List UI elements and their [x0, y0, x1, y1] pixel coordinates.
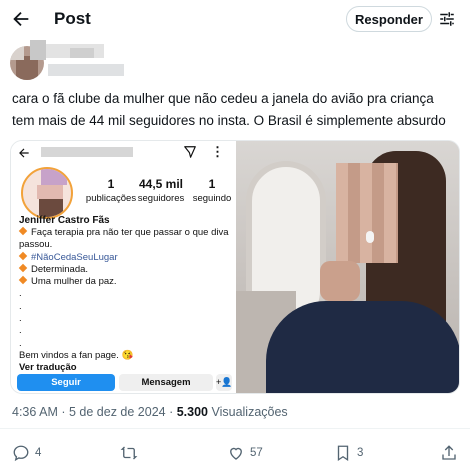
adjust-icon[interactable]: [438, 10, 456, 28]
stat-following: 1 seguindo: [192, 177, 232, 204]
bookmark-icon: [337, 445, 349, 462]
share-action[interactable]: [440, 444, 458, 462]
page-title: Post: [54, 9, 91, 28]
diamond-icon: [18, 275, 28, 285]
repost-action[interactable]: [120, 444, 143, 462]
reply-count: 4: [35, 447, 42, 459]
send-icon: [184, 146, 196, 158]
post-header: Post Responder: [0, 0, 470, 38]
ig-follow-button: Seguir: [17, 374, 115, 391]
back-arrow-icon: [19, 148, 29, 158]
tweet-time[interactable]: 4:36 AM: [12, 405, 58, 419]
share-icon: [442, 445, 456, 460]
more-options-icon: ⋮: [211, 144, 224, 159]
views-label: Visualizações: [211, 405, 288, 419]
bookmark-count: 3: [357, 447, 364, 459]
author-name-blurred[interactable]: [30, 40, 104, 60]
reply-icon: [13, 445, 29, 462]
instagram-profile-screenshot: ⋮ 1 publicações 44,5 mil seguidores 1 se…: [11, 141, 236, 393]
ig-add-user-icon: +👤: [216, 374, 232, 391]
divider: [0, 428, 470, 429]
reply-action[interactable]: 4: [12, 444, 41, 462]
tweet-media[interactable]: ⋮ 1 publicações 44,5 mil seguidores 1 se…: [10, 140, 460, 394]
like-count: 57: [250, 447, 263, 459]
ig-profile-name: Jeniffer Castro Fãs: [19, 215, 110, 226]
tweet-meta: 4:36 AM · 5 de dez de 2024 · 5.300 Visua…: [12, 405, 288, 419]
diamond-icon: [18, 226, 28, 236]
ig-username-blurred: [41, 147, 133, 157]
ig-message-button: Mensagem: [119, 374, 213, 391]
heart-icon: [230, 447, 242, 460]
ig-profile-picture: [21, 167, 73, 219]
like-action[interactable]: 57: [227, 444, 263, 462]
bookmark-action[interactable]: 3: [334, 444, 363, 462]
views-count: 5.300: [176, 405, 208, 419]
repost-icon: [120, 446, 138, 460]
airplane-photo: [236, 141, 459, 393]
back-arrow-icon[interactable]: [10, 8, 32, 30]
reply-button[interactable]: Responder: [346, 6, 432, 32]
tweet-text: cara o fã clube da mulher que não cedeu …: [12, 91, 446, 128]
diamond-icon: [18, 251, 28, 260]
author-handle-blurred[interactable]: [48, 64, 124, 76]
ig-bio: Faça terapia pra não ter que passar o qu…: [18, 226, 229, 374]
diamond-icon: [18, 263, 28, 273]
tweet-date[interactable]: 5 de dez de 2024: [69, 405, 166, 419]
